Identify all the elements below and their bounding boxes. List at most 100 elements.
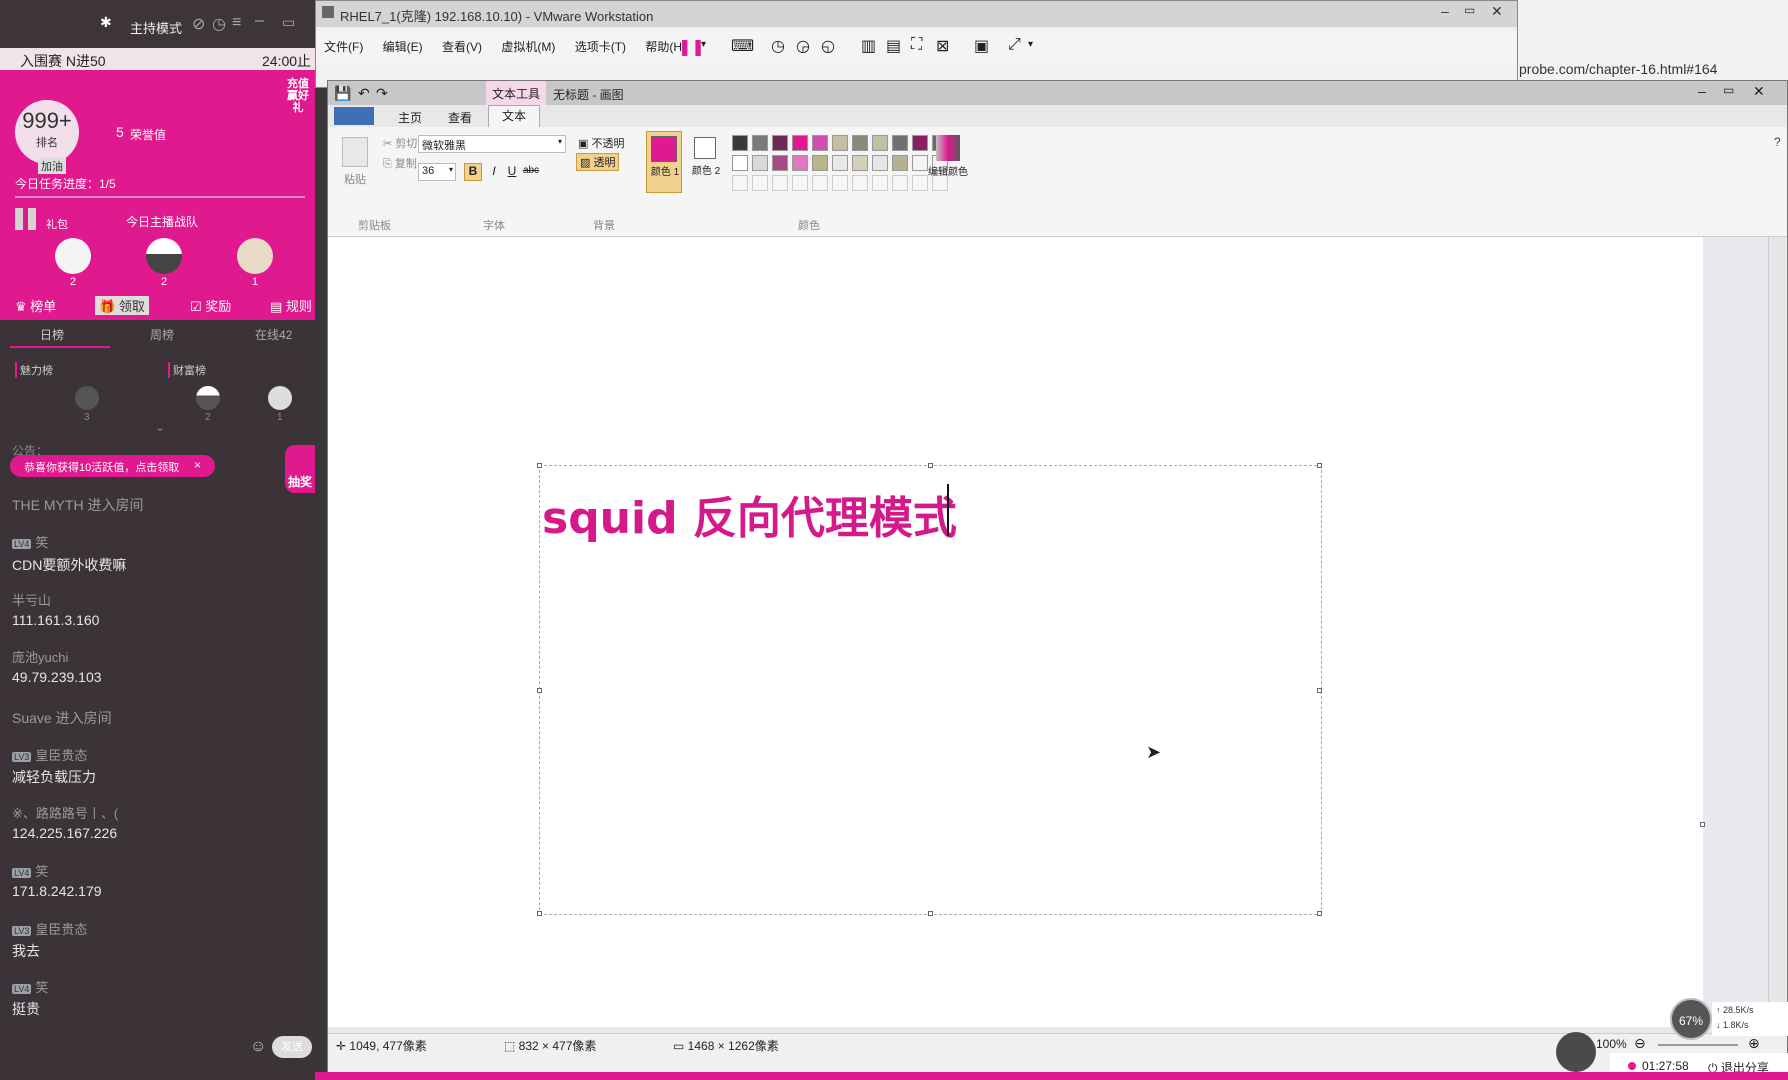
fullscreen-icon[interactable]: ⛶ <box>911 36 922 54</box>
palette-swatch[interactable] <box>772 155 788 171</box>
tab-view[interactable]: 查看 <box>448 109 472 126</box>
copy-button[interactable]: ⎘ 复制 <box>383 155 417 171</box>
zoom-out-icon[interactable]: ⊖ <box>1634 1035 1646 1052</box>
strikethrough-button[interactable]: abc <box>522 165 540 176</box>
undo-icon[interactable]: ↶ <box>358 85 370 102</box>
wealth-avatar-1[interactable] <box>268 386 292 410</box>
custom-color-slot[interactable] <box>912 175 928 191</box>
revert-snapshot-icon[interactable]: ◶ <box>796 36 810 56</box>
resize-handle[interactable] <box>1317 688 1322 693</box>
italic-button[interactable]: I <box>486 164 502 178</box>
paste-label[interactable]: 粘贴 <box>344 171 366 187</box>
custom-color-slot[interactable] <box>792 175 808 191</box>
send-button[interactable]: 发送 <box>272 1036 312 1058</box>
palette-swatch[interactable] <box>732 135 748 151</box>
notice-pill[interactable]: 恭喜你获得10活跃值，点击领取 × <box>10 455 215 477</box>
rules-button[interactable]: ▤ 规则 <box>270 296 312 315</box>
zoom-in-icon[interactable]: ⊕ <box>1748 1035 1760 1052</box>
custom-color-slot[interactable] <box>812 175 828 191</box>
stretch-icon[interactable]: ⤢ <box>1008 36 1021 54</box>
palette-swatch[interactable] <box>872 155 888 171</box>
bold-button[interactable]: B <box>464 163 482 181</box>
transparent-button[interactable]: ▨ 透明 <box>576 153 620 171</box>
edit-colors-button[interactable]: 编辑颜色 <box>928 133 968 195</box>
palette-swatch[interactable] <box>792 155 808 171</box>
zoom-slider[interactable] <box>1658 1044 1738 1046</box>
minimize-window-icon[interactable]: – <box>1441 3 1449 19</box>
palette-swatch[interactable] <box>852 135 868 151</box>
drawing-canvas[interactable]: squid 反向代理模式 ➤ <box>328 237 1705 1027</box>
resize-handle[interactable] <box>928 463 933 468</box>
custom-color-slot[interactable] <box>872 175 888 191</box>
resize-handle[interactable] <box>537 688 542 693</box>
maximize-window-icon[interactable]: ▭ <box>1464 3 1475 17</box>
color1-button[interactable]: 颜色 1 <box>646 131 682 193</box>
canvas-text[interactable]: squid 反向代理模式 <box>542 482 957 546</box>
file-menu-button[interactable] <box>334 107 374 125</box>
redo-icon[interactable]: ↷ <box>376 85 388 102</box>
menu-edit[interactable]: 编辑(E) <box>375 31 431 63</box>
unity-icon[interactable]: ⊠ <box>936 36 949 56</box>
dropdown-icon[interactable]: ▾ <box>701 39 706 50</box>
menu-view[interactable]: 查看(V) <box>434 31 490 63</box>
vertical-scrollbar[interactable] <box>1768 237 1786 1037</box>
menu-vm[interactable]: 虚拟机(M) <box>493 31 563 63</box>
resize-handle[interactable] <box>1317 463 1322 468</box>
maximize-window-icon[interactable]: ▭ <box>282 14 295 31</box>
wealth-avatar-3[interactable] <box>75 386 99 410</box>
tab-weekly[interactable]: 周榜 <box>150 326 174 343</box>
palette-swatch[interactable] <box>812 135 828 151</box>
palette-swatch[interactable] <box>832 155 848 171</box>
palette-swatch[interactable] <box>772 135 788 151</box>
manage-snapshot-icon[interactable]: ◵ <box>821 36 835 56</box>
reward-button[interactable]: ☑ 奖励 <box>190 296 231 315</box>
help-icon[interactable]: ? <box>1774 135 1781 149</box>
palette-swatch[interactable] <box>752 155 768 171</box>
palette-swatch[interactable] <box>792 135 808 151</box>
expand-icon[interactable]: ⌄ <box>155 420 165 434</box>
resize-handle[interactable] <box>537 463 542 468</box>
team-avatar-1[interactable] <box>55 238 91 274</box>
canvas-resize-handle[interactable] <box>1700 822 1705 827</box>
snapshot-icon[interactable]: ◷ <box>771 36 785 56</box>
paste-icon[interactable] <box>342 137 368 167</box>
clock-icon[interactable]: ◷ <box>212 14 226 34</box>
underline-button[interactable]: U <box>504 164 520 178</box>
resize-handle[interactable] <box>1317 911 1322 916</box>
claim-button[interactable]: 🎁 领取 <box>95 296 149 315</box>
dropdown-icon[interactable]: ▾ <box>1028 39 1033 50</box>
team-avatar-2[interactable] <box>146 238 182 274</box>
palette-swatch[interactable] <box>752 135 768 151</box>
list-button[interactable]: ♛ 榜单 <box>15 296 56 315</box>
minimize-icon[interactable]: ⊘ <box>192 14 205 34</box>
custom-color-slot[interactable] <box>832 175 848 191</box>
color2-button[interactable]: 颜色 2 <box>688 131 724 193</box>
menu-file[interactable]: 文件(F) <box>316 31 371 63</box>
custom-color-slot[interactable] <box>892 175 908 191</box>
tab-home[interactable]: 主页 <box>398 109 422 126</box>
palette-swatch[interactable] <box>832 135 848 151</box>
speed-meter[interactable]: 67% <box>1670 998 1712 1040</box>
palette-swatch[interactable] <box>892 155 908 171</box>
promo-text[interactable]: 充值 赢好礼 <box>284 78 312 114</box>
palette-swatch[interactable] <box>892 135 908 151</box>
tab-text[interactable]: 文本 <box>488 105 540 127</box>
maximize-window-icon[interactable]: ▭ <box>1723 83 1734 97</box>
close-window-icon[interactable]: ✕ <box>1753 83 1765 100</box>
text-box[interactable]: squid 反向代理模式 <box>537 463 1322 916</box>
opaque-button[interactable]: ▣ 不透明 <box>578 135 624 151</box>
close-icon[interactable]: × <box>194 458 201 472</box>
palette-swatch[interactable] <box>912 135 928 151</box>
thumbnail-icon[interactable]: ▤ <box>886 36 901 56</box>
custom-color-slot[interactable] <box>732 175 748 191</box>
send-keys-icon[interactable]: ⌨ <box>731 36 754 56</box>
font-name-select[interactable]: 微软雅黑 ▾ <box>418 135 566 153</box>
sidebar-icon[interactable]: ▥ <box>861 36 876 56</box>
resize-handle[interactable] <box>537 911 542 916</box>
palette-swatch[interactable] <box>852 155 868 171</box>
minimize-window-icon[interactable]: – <box>1698 83 1706 99</box>
palette-swatch[interactable] <box>812 155 828 171</box>
palette-swatch[interactable] <box>872 135 888 151</box>
emoji-icon[interactable]: ☺ <box>250 1038 266 1056</box>
palette-swatch[interactable] <box>732 155 748 171</box>
